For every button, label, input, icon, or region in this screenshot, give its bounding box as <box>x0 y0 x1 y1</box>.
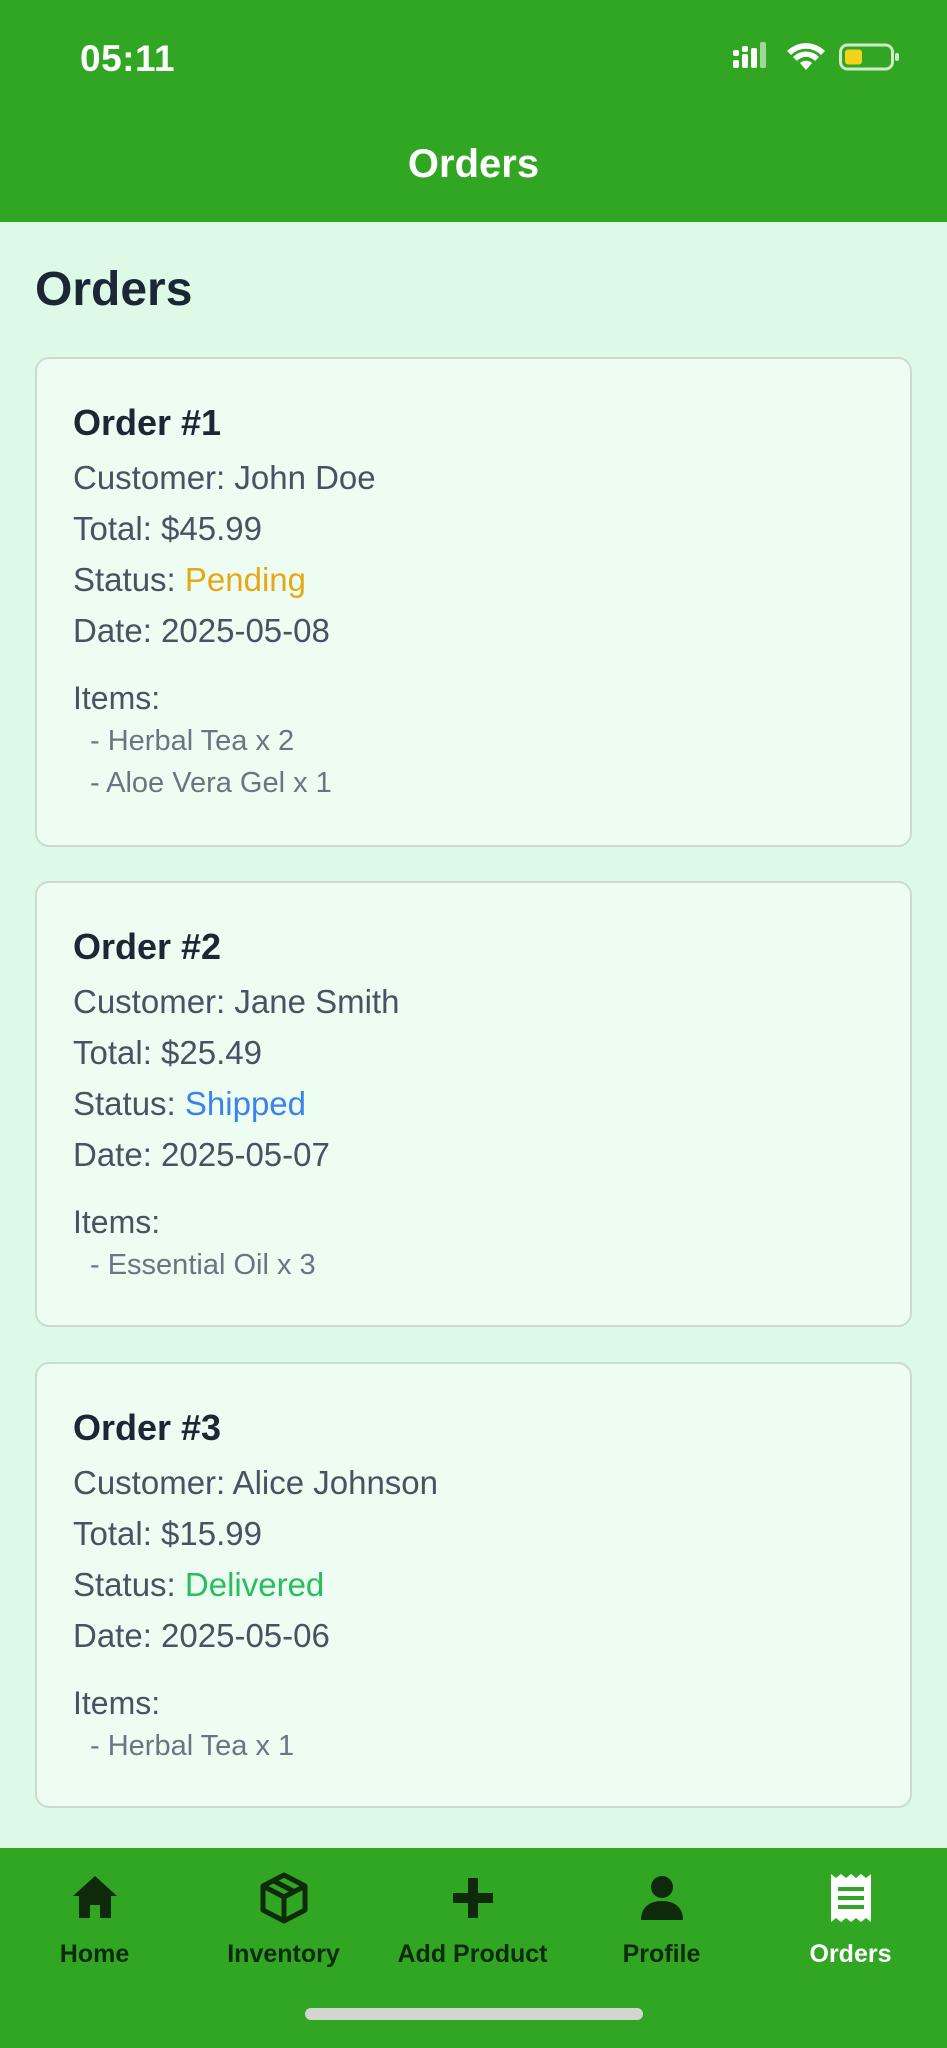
home-icon <box>69 1872 121 1924</box>
app-screen: 05:11 Orders Orders Order #1 Customer: J… <box>0 0 947 2048</box>
order-customer: Customer: Alice Johnson <box>73 1464 439 1501</box>
top-bar: 05:11 Orders <box>0 0 947 222</box>
order-total: Total: $15.99 <box>73 1515 262 1552</box>
order-items-label: Items: <box>73 1685 161 1721</box>
nav-label: Inventory <box>227 1940 340 1968</box>
receipt-icon <box>825 1872 877 1924</box>
order-customer: Customer: John Doe <box>73 459 376 496</box>
order-date: Date: 2025-05-07 <box>73 1136 330 1173</box>
order-card[interactable]: Order #2 Customer: Jane Smith Total: $25… <box>35 881 912 1327</box>
nav-item-add-product[interactable]: Add Product <box>378 1848 567 1968</box>
box-icon <box>258 1872 310 1924</box>
nav-label: Add Product <box>397 1940 548 1968</box>
order-status: Status: Delivered <box>73 1559 874 1610</box>
wifi-icon <box>787 42 825 77</box>
order-total: Total: $25.49 <box>73 1034 262 1071</box>
order-status-label: Status: <box>73 1566 185 1603</box>
plus-icon <box>447 1872 499 1924</box>
order-status: Status: Shipped <box>73 1078 874 1129</box>
order-items-label: Items: <box>73 1204 161 1240</box>
nav-item-inventory[interactable]: Inventory <box>189 1848 378 1968</box>
nav-item-orders[interactable]: Orders <box>756 1848 945 1968</box>
order-card[interactable]: Order #1 Customer: John Doe Total: $45.9… <box>35 357 912 847</box>
nav-item-home[interactable]: Home <box>0 1848 189 1968</box>
order-title: Order #2 <box>73 926 222 967</box>
order-items-label: Items: <box>73 680 161 716</box>
order-status-label: Status: <box>73 1085 185 1122</box>
header-title: Orders <box>407 142 540 186</box>
status-icons <box>733 42 901 77</box>
order-status: Status: Pending <box>73 554 874 605</box>
nav-label: Home <box>59 1940 130 1968</box>
battery-icon <box>839 42 901 77</box>
home-indicator[interactable] <box>305 2008 643 2020</box>
orders-content: Orders Order #1 Customer: John Doe Total… <box>0 222 947 1848</box>
order-date: Date: 2025-05-08 <box>73 612 330 649</box>
nav-item-profile[interactable]: Profile <box>567 1848 756 1968</box>
order-customer: Customer: Jane Smith <box>73 983 400 1020</box>
order-date: Date: 2025-05-06 <box>73 1617 330 1654</box>
page-title: Orders <box>35 263 193 316</box>
order-card[interactable]: Order #3 Customer: Alice Johnson Total: … <box>35 1362 912 1808</box>
order-item: - Herbal Tea x 2 <box>90 725 295 757</box>
nav-label: Orders <box>809 1940 892 1968</box>
nav-label: Profile <box>622 1940 701 1968</box>
order-status-value: Pending <box>184 561 306 598</box>
order-status-label: Status: <box>73 561 185 598</box>
status-time: 05:11 <box>80 38 176 79</box>
signal-icon <box>733 42 773 77</box>
order-item: - Aloe Vera Gel x 1 <box>90 767 332 799</box>
order-title: Order #3 <box>73 1407 222 1448</box>
person-icon <box>636 1872 688 1924</box>
order-status-value: Shipped <box>184 1085 306 1122</box>
order-title: Order #1 <box>73 402 222 443</box>
order-item: - Herbal Tea x 1 <box>90 1730 295 1762</box>
order-total: Total: $45.99 <box>73 510 262 547</box>
order-item: - Essential Oil x 3 <box>90 1249 316 1281</box>
order-status-value: Delivered <box>184 1566 325 1603</box>
